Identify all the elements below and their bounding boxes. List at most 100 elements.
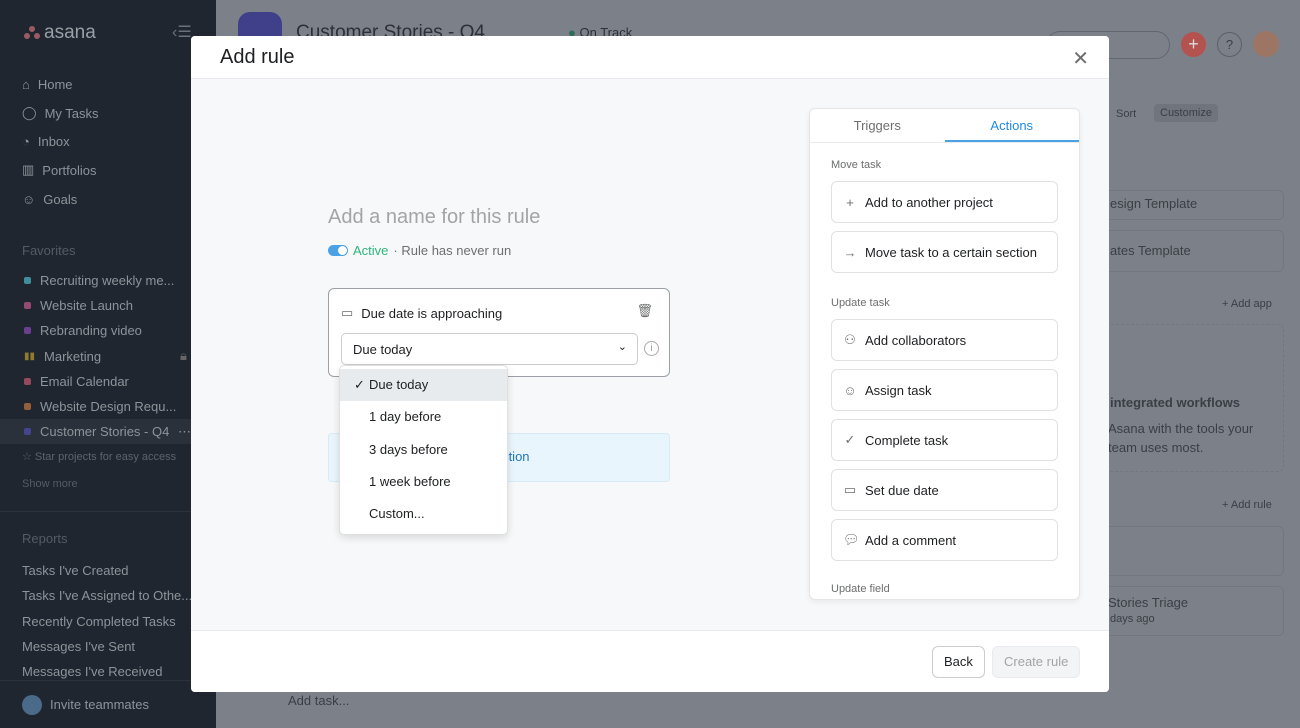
sidebar-item-goals[interactable]: ☺ Goals xyxy=(22,185,99,214)
bar-chart-icon: ▥ xyxy=(22,162,35,178)
checkmark-icon: ✓ xyxy=(354,377,365,392)
invite-teammates-button[interactable]: Invite teammates xyxy=(0,680,216,728)
action-set-due-date[interactable]: ▭ Set due date xyxy=(831,469,1058,511)
label: Move task to a certain section xyxy=(865,244,1037,260)
invite-icon xyxy=(22,694,42,715)
portfolio-icon: ▮▮ xyxy=(24,350,36,362)
sort-button[interactable]: Sort xyxy=(1116,108,1136,120)
lock-icon: 🔒︎ xyxy=(180,348,187,364)
report-item[interactable]: Messages I've Sent xyxy=(22,634,192,659)
label: Add a comment xyxy=(865,532,957,548)
action-add-collaborators[interactable]: ⚇ Add collaborators xyxy=(831,319,1058,361)
favorite-item[interactable]: Customer Stories - Q4 ⋯ xyxy=(0,419,216,445)
tab-actions[interactable]: Actions xyxy=(944,109,1079,142)
workflows-desc: team uses most. xyxy=(1108,440,1204,455)
trash-icon[interactable]: 🗑︎ xyxy=(636,303,653,319)
calendar-icon: ▭ xyxy=(341,305,354,320)
run-status: · Rule has never run xyxy=(393,243,512,258)
add-rule-dialog: Add rule ✕ Add a name for this rule Acti… xyxy=(191,36,1109,692)
collapse-sidebar-icon[interactable]: ‹☰ xyxy=(172,22,192,42)
group-title: Update field xyxy=(831,583,890,595)
option-due-today[interactable]: ✓ Due today xyxy=(340,369,507,402)
sidebar-item-home[interactable]: ⌂ Home xyxy=(22,70,99,99)
add-task-button[interactable]: Add task... xyxy=(288,693,349,708)
calendar-icon: ▭ xyxy=(843,482,857,497)
project-color-icon xyxy=(24,302,31,310)
avatar[interactable] xyxy=(1253,31,1279,57)
report-item[interactable]: Recently Completed Tasks xyxy=(22,609,192,634)
more-icon[interactable]: ⋯ xyxy=(178,424,191,440)
label: Email Calendar xyxy=(40,373,129,389)
due-date-dropdown: ✓ Due today 1 day before 3 days before 1 … xyxy=(339,365,508,535)
info-icon[interactable]: i xyxy=(644,341,659,356)
label: Add collaborators xyxy=(865,332,967,348)
divider xyxy=(0,511,216,512)
dialog-footer: Back Create rule xyxy=(191,630,1109,692)
due-date-select[interactable]: Due today ⌄ xyxy=(341,333,638,365)
label: Set due date xyxy=(865,482,939,498)
create-rule-button[interactable]: Create rule xyxy=(992,646,1081,678)
active-toggle[interactable] xyxy=(328,245,348,256)
show-more-link[interactable]: Show more xyxy=(22,478,78,490)
label: Website Design Requ... xyxy=(40,399,177,415)
rule-builder-panel: Triggers Actions Move task + Add to anothe… xyxy=(809,108,1080,600)
close-icon[interactable]: ✕ xyxy=(1072,46,1089,71)
label: My Tasks xyxy=(44,105,99,121)
option-1-day-before[interactable]: 1 day before xyxy=(340,401,507,433)
action-assign-task[interactable]: ☺ Assign task xyxy=(831,369,1058,411)
help-button[interactable]: ? xyxy=(1217,32,1242,57)
sidebar-item-portfolios[interactable]: ▥ Portfolios xyxy=(22,156,99,185)
label: Marketing xyxy=(44,348,102,364)
action-complete-task[interactable]: ✓ Complete task xyxy=(831,419,1058,461)
dialog-header: Add rule ✕ xyxy=(191,36,1109,79)
favorites-heading: Favorites xyxy=(22,243,76,258)
label: Portfolios xyxy=(42,162,97,178)
template-item: esign Template xyxy=(1110,196,1198,211)
action-move-to-section[interactable]: → Move task to a certain section xyxy=(831,231,1058,273)
favorite-item[interactable]: ▮▮ Marketing 🔒︎ xyxy=(0,344,216,369)
add-rule-button[interactable]: + Add rule xyxy=(1222,499,1272,511)
assign-user-icon: ☺ xyxy=(843,382,857,398)
project-color-icon xyxy=(24,403,31,411)
label: Customer Stories - Q4 xyxy=(40,424,170,440)
favorite-item[interactable]: Rebranding video xyxy=(0,318,216,343)
add-app-button[interactable]: + Add app xyxy=(1222,298,1272,310)
action-add-comment[interactable]: 💬︎ Add a comment xyxy=(831,519,1058,561)
report-item[interactable]: Tasks I've Assigned to Othe... xyxy=(22,583,192,608)
tab-triggers[interactable]: Triggers xyxy=(810,109,945,142)
label: Home xyxy=(37,76,73,92)
option-3-days-before[interactable]: 3 days before xyxy=(340,434,507,466)
label: Goals xyxy=(43,191,78,207)
trigger-text: Due date is approaching xyxy=(361,305,503,321)
option-1-week-before[interactable]: 1 week before xyxy=(340,466,507,498)
back-button[interactable]: Back xyxy=(932,646,985,678)
label: Inbox xyxy=(37,134,70,150)
favorite-item[interactable]: Recruiting weekly me... xyxy=(0,268,216,293)
home-icon: ⌂ xyxy=(22,76,30,92)
sidebar-item-my-tasks[interactable]: ◯ My Tasks xyxy=(22,99,99,128)
trigger-label: ▭ Due date is approaching xyxy=(341,305,502,321)
label: Complete task xyxy=(865,432,949,448)
trigger-card: ▭ Due date is approaching 🗑︎ Due today ⌄ i xyxy=(328,288,670,377)
collaborators-icon: ⚇ xyxy=(844,332,856,347)
sidebar-item-inbox[interactable]: ◔ Inbox xyxy=(22,127,99,156)
workflows-title: integrated workflows xyxy=(1110,395,1241,410)
asana-logo[interactable]: asana xyxy=(24,22,96,44)
favorite-item[interactable]: Email Calendar xyxy=(0,369,216,394)
reports-heading: Reports xyxy=(22,531,68,546)
favorite-item[interactable]: Website Design Requ... xyxy=(0,394,216,419)
label: Recruiting weekly me... xyxy=(40,273,175,289)
logo-text: asana xyxy=(44,22,96,43)
option-custom[interactable]: Custom... xyxy=(340,498,507,530)
report-item[interactable]: Tasks I've Created xyxy=(22,558,192,583)
quick-add-button[interactable]: + xyxy=(1181,32,1206,57)
favorite-item[interactable]: Website Launch xyxy=(0,293,216,318)
chevron-down-icon: ⌄ xyxy=(617,341,627,353)
rule-time: days ago xyxy=(1110,613,1155,625)
customize-button[interactable]: Customize xyxy=(1154,104,1218,122)
action-add-to-project[interactable]: + Add to another project xyxy=(831,181,1058,223)
rule-name-input[interactable]: Add a name for this rule xyxy=(328,206,540,229)
favorites-list: Recruiting weekly me... Website Launch R… xyxy=(0,268,216,445)
sidebar-nav: ⌂ Home ◯ My Tasks ◔ Inbox ▥ Portfolios ☺ Goal… xyxy=(22,70,99,213)
project-color-icon xyxy=(24,377,31,385)
